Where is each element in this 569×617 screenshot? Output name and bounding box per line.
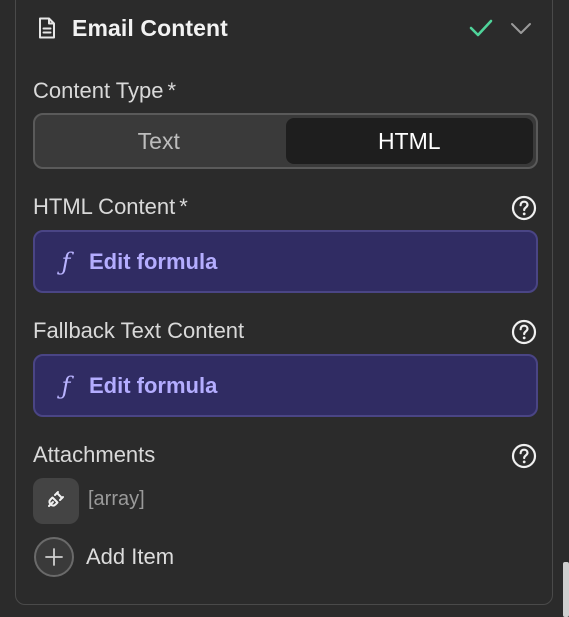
help-icon[interactable] <box>511 195 537 221</box>
html-content-label-text: HTML Content <box>33 194 176 219</box>
content-type-toggle[interactable]: Text HTML <box>33 113 538 169</box>
required-mark: * <box>167 78 177 103</box>
section-title: Email Content <box>72 14 228 41</box>
add-item-button[interactable]: Add Item <box>34 535 174 579</box>
plus-icon <box>34 537 74 577</box>
plug-icon <box>45 488 67 515</box>
attachments-label-text: Attachments <box>33 442 156 467</box>
section-header[interactable]: Email Content <box>36 12 536 44</box>
function-icon: ƒ <box>61 371 71 400</box>
chevron-down-icon[interactable] <box>510 18 532 38</box>
html-content-label: HTML Content * <box>33 194 188 220</box>
attachments-label: Attachments <box>33 442 155 468</box>
help-icon[interactable] <box>511 443 537 469</box>
function-icon: ƒ <box>61 247 71 276</box>
fallback-text-label-text: Fallback Text Content <box>33 318 245 343</box>
edit-formula-label: Edit formula <box>89 248 218 274</box>
fallback-text-formula-button[interactable]: ƒ Edit formula <box>33 354 538 417</box>
content-type-label: Content Type * <box>33 78 176 104</box>
document-icon <box>36 17 58 39</box>
fallback-text-label: Fallback Text Content <box>33 318 244 344</box>
content-type-option-text[interactable]: Text <box>35 115 283 167</box>
add-item-label: Add Item <box>86 544 175 569</box>
content-type-label-text: Content Type <box>33 78 164 103</box>
attachments-value: [array] <box>88 488 145 510</box>
edit-formula-label: Edit formula <box>89 372 218 398</box>
help-icon[interactable] <box>511 319 537 345</box>
content-type-option-html[interactable]: HTML <box>285 118 533 164</box>
required-mark: * <box>179 194 188 219</box>
plug-button[interactable] <box>33 478 79 524</box>
html-content-formula-button[interactable]: ƒ Edit formula <box>33 230 538 293</box>
checkmark-icon <box>468 16 494 40</box>
scrollbar[interactable] <box>563 562 569 617</box>
